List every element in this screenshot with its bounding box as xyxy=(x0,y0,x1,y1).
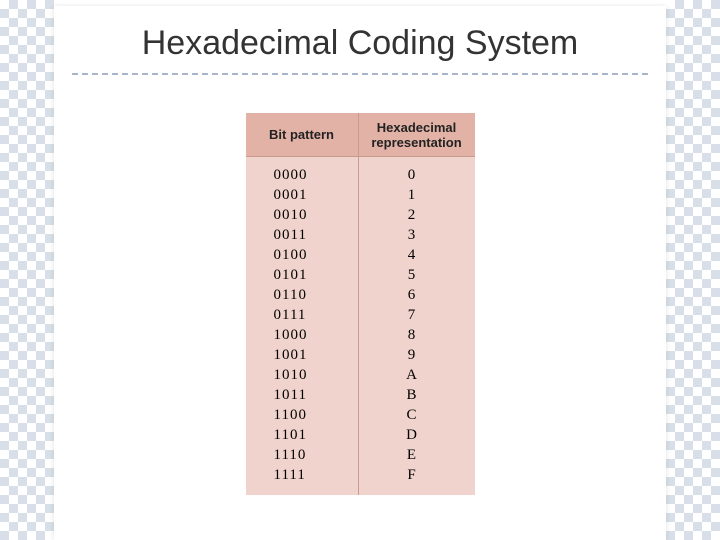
table-row: F xyxy=(359,465,475,485)
table-row: 0 xyxy=(359,165,475,185)
table-row: 0101 xyxy=(246,265,358,285)
title-divider xyxy=(72,73,648,75)
table-row: E xyxy=(359,445,475,465)
column-header-bit: Bit pattern xyxy=(246,113,358,157)
table-row: 6 xyxy=(359,285,475,305)
table-row: 5 xyxy=(359,265,475,285)
table-row: 1000 xyxy=(246,325,358,345)
table-row: D xyxy=(359,425,475,445)
column-hex-representation: Hexadecimal representation 0 1 2 3 4 5 6… xyxy=(359,113,475,495)
background-checker-right xyxy=(666,0,720,540)
table-row: 1111 xyxy=(246,465,358,485)
table-row: B xyxy=(359,385,475,405)
table-row: C xyxy=(359,405,475,425)
table-row: 2 xyxy=(359,205,475,225)
column-header-bit-label: Bit pattern xyxy=(246,127,358,142)
table-row: 1100 xyxy=(246,405,358,425)
column-body-bit: 0000 0001 0010 0011 0100 0101 0110 0111 … xyxy=(246,157,358,495)
table-row: 8 xyxy=(359,325,475,345)
page-title: Hexadecimal Coding System xyxy=(54,6,666,73)
table-row: 1110 xyxy=(246,445,358,465)
hex-table: Bit pattern 0000 0001 0010 0011 0100 010… xyxy=(246,113,475,495)
column-body-hex: 0 1 2 3 4 5 6 7 8 9 A B C D E F xyxy=(359,157,475,495)
table-row: 1101 xyxy=(246,425,358,445)
table-row: 0000 xyxy=(246,165,358,185)
table-row: 0111 xyxy=(246,305,358,325)
table-row: 9 xyxy=(359,345,475,365)
table-row: 4 xyxy=(359,245,475,265)
column-header-hex-line2: representation xyxy=(359,135,475,150)
background-checker-left xyxy=(0,0,54,540)
table-row: 3 xyxy=(359,225,475,245)
table-row: 7 xyxy=(359,305,475,325)
table-row: A xyxy=(359,365,475,385)
column-bit-pattern: Bit pattern 0000 0001 0010 0011 0100 010… xyxy=(246,113,358,495)
table-row: 0010 xyxy=(246,205,358,225)
hex-table-container: Bit pattern 0000 0001 0010 0011 0100 010… xyxy=(54,113,666,495)
table-row: 1001 xyxy=(246,345,358,365)
table-row: 1 xyxy=(359,185,475,205)
table-row: 0100 xyxy=(246,245,358,265)
table-row: 0110 xyxy=(246,285,358,305)
table-row: 1010 xyxy=(246,365,358,385)
column-header-hex-line1: Hexadecimal xyxy=(359,120,475,135)
slide-frame: Hexadecimal Coding System Bit pattern 00… xyxy=(54,6,666,540)
table-row: 0001 xyxy=(246,185,358,205)
column-header-hex: Hexadecimal representation xyxy=(359,113,475,157)
table-row: 0011 xyxy=(246,225,358,245)
table-row: 1011 xyxy=(246,385,358,405)
